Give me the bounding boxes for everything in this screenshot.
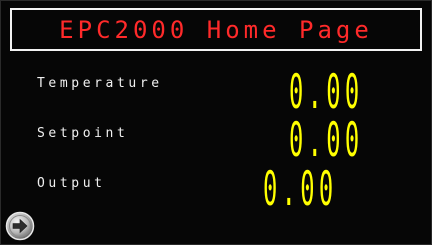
setpoint-value: 0.00 (289, 111, 364, 168)
page-title: EPC2000 Home Page (59, 15, 373, 44)
hmi-screen: EPC2000 Home Page Temperature 0.00 Setpo… (0, 0, 432, 245)
page-title-box: EPC2000 Home Page (10, 8, 422, 51)
temperature-value: 0.00 (289, 63, 364, 120)
output-label: Output (37, 176, 106, 191)
next-arrow-icon (5, 211, 35, 241)
output-value: 0.00 (263, 160, 338, 217)
next-page-button[interactable] (5, 211, 35, 241)
setpoint-label: Setpoint (37, 126, 129, 141)
temperature-label: Temperature (37, 76, 163, 91)
